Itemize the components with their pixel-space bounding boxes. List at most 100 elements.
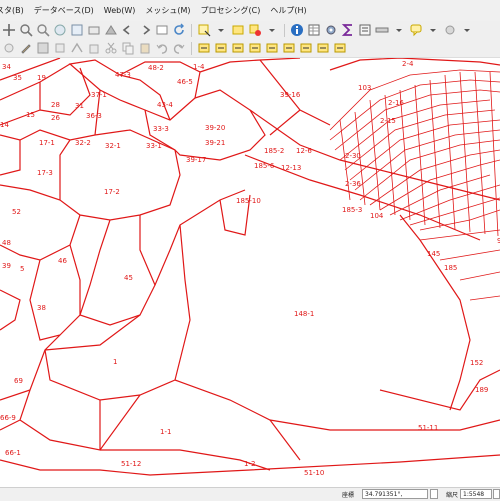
- coordinate-dropdown-icon[interactable]: [430, 489, 438, 499]
- scale-label: 縮尺: [446, 492, 459, 499]
- save-edits-icon[interactable]: [36, 41, 50, 55]
- parcel-label: 31: [75, 102, 84, 110]
- select-features-icon[interactable]: [197, 23, 211, 37]
- zoom-next-icon[interactable]: [138, 23, 152, 37]
- label-pin-icon[interactable]: [214, 41, 228, 55]
- parcel-label: 14: [0, 121, 9, 129]
- parcel-label: 185: [444, 264, 457, 272]
- processing-gear-icon[interactable]: [324, 23, 338, 37]
- zoom-in-icon[interactable]: [19, 23, 33, 37]
- map-navigation-toolbar: [0, 21, 500, 40]
- toolbar-separator: [191, 23, 192, 37]
- toolbar-separator: [191, 41, 192, 55]
- parcel-label: 2-36: [345, 180, 361, 188]
- zoom-selection-icon[interactable]: [70, 23, 84, 37]
- parcel-label: 38: [37, 304, 46, 312]
- zoom-last-icon[interactable]: [121, 23, 135, 37]
- parcel-label: 51-11: [418, 424, 438, 432]
- parcel-label: 189: [475, 386, 488, 394]
- editing-toolbar: [0, 39, 500, 58]
- new-map-view-icon[interactable]: [155, 23, 169, 37]
- coordinate-field[interactable]: 34.791351°, 135.765565°: [362, 489, 428, 499]
- status-bar: 座標 34.791351°, 135.765565° 縮尺 1:5548: [0, 487, 500, 501]
- paste-icon[interactable]: [138, 41, 152, 55]
- label-pin-dropdown-icon[interactable]: [316, 41, 330, 55]
- measure-dropdown-icon[interactable]: [392, 23, 406, 37]
- parcel-label: 185-10: [236, 197, 261, 205]
- parcel-label: 28: [51, 101, 60, 109]
- cut-icon[interactable]: [104, 41, 118, 55]
- annotation-icon[interactable]: [409, 23, 423, 37]
- identify-icon[interactable]: [290, 23, 304, 37]
- layer-style-icon[interactable]: [2, 41, 16, 55]
- parcel-label: 47-3: [115, 71, 131, 79]
- parcel-label: 17-3: [37, 169, 53, 177]
- menu-bar: スタ(B) データベース(D) Web(W) メッシュ(M) プロセシング(C)…: [0, 0, 500, 22]
- settings-icon[interactable]: [443, 23, 457, 37]
- annotation-dropdown-icon[interactable]: [426, 23, 440, 37]
- coordinate-label: 座標: [342, 492, 355, 499]
- parcel-label: 33-3: [153, 125, 169, 133]
- label-move-icon[interactable]: [248, 41, 262, 55]
- digitize-pencil-icon[interactable]: [19, 41, 33, 55]
- parcel-label: 46-5: [177, 78, 193, 86]
- select-dropdown-icon[interactable]: [214, 23, 228, 37]
- parcel-label: 69: [14, 377, 23, 385]
- undo-icon[interactable]: [155, 41, 169, 55]
- parcel-label: 2-30: [345, 152, 361, 160]
- statistics-sigma-icon[interactable]: [341, 23, 355, 37]
- copy-icon[interactable]: [121, 41, 135, 55]
- menu-raster[interactable]: スタ(B): [0, 5, 26, 16]
- zoom-full-icon[interactable]: [53, 23, 67, 37]
- menu-web[interactable]: Web(W): [102, 6, 138, 15]
- deselect-icon[interactable]: [248, 23, 262, 37]
- parcel-label: 37-1: [91, 91, 107, 99]
- scale-dropdown-icon[interactable]: [493, 489, 500, 499]
- zoom-out-icon[interactable]: [36, 23, 50, 37]
- parcel-label: 12-13: [281, 164, 301, 172]
- zoom-layer-icon[interactable]: [87, 23, 101, 37]
- label-show-icon[interactable]: [231, 41, 245, 55]
- parcel-label: 2-16: [388, 99, 404, 107]
- select-by-value-icon[interactable]: [231, 23, 245, 37]
- add-feature-icon[interactable]: [53, 41, 67, 55]
- map-canvas[interactable]: 34 35 19 47-3 48-2 1-4 46-5 37-1 28 31 43-4 14 15 26 3…: [0, 58, 500, 487]
- label-extra-icon[interactable]: [333, 41, 347, 55]
- zoom-native-icon[interactable]: [104, 23, 118, 37]
- menu-processing[interactable]: プロセシング(C): [199, 5, 263, 16]
- parcel-label: 1-1: [160, 428, 171, 436]
- measure-icon[interactable]: [375, 23, 389, 37]
- parcel-label: 1-2: [244, 460, 255, 468]
- parcel-label: 66-9: [0, 414, 16, 422]
- parcel-label: 1: [113, 358, 117, 366]
- parcel-label: 185-2: [264, 147, 284, 155]
- parcel-label: 145: [427, 250, 440, 258]
- label-tool-icon[interactable]: [197, 41, 211, 55]
- deselect-dropdown-icon[interactable]: [265, 23, 279, 37]
- field-calculator-icon[interactable]: [358, 23, 372, 37]
- parcel-label: 103: [358, 84, 371, 92]
- pan-icon[interactable]: [2, 23, 16, 37]
- parcel-label: 2-4: [402, 60, 414, 68]
- attribute-table-icon[interactable]: [307, 23, 321, 37]
- settings-dropdown-icon[interactable]: [460, 23, 474, 37]
- vertex-tool-icon[interactable]: [70, 41, 84, 55]
- scale-field[interactable]: 1:5548: [460, 489, 492, 499]
- parcel-label: 39: [2, 262, 11, 270]
- refresh-icon[interactable]: [172, 23, 186, 37]
- parcel-boundaries: [0, 58, 500, 476]
- menu-mesh[interactable]: メッシュ(M): [143, 5, 192, 16]
- diagram-icon[interactable]: [299, 41, 313, 55]
- parcel-label: 33-1: [146, 142, 162, 150]
- parcel-label: 152: [470, 359, 483, 367]
- parcel-label: 52: [12, 208, 21, 216]
- parcel-label: 48: [2, 239, 11, 247]
- redo-icon[interactable]: [172, 41, 186, 55]
- parcel-label: 45: [124, 274, 133, 282]
- parcel-label: 17-1: [39, 139, 55, 147]
- delete-selected-icon[interactable]: [87, 41, 101, 55]
- label-change-icon[interactable]: [282, 41, 296, 55]
- menu-database[interactable]: データベース(D): [32, 5, 96, 16]
- label-rotate-icon[interactable]: [265, 41, 279, 55]
- menu-help[interactable]: ヘルプ(H): [268, 5, 308, 16]
